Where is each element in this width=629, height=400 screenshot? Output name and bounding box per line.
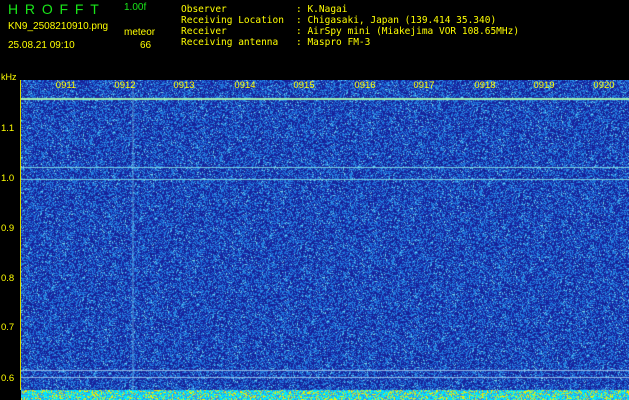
filename-label: KN9_2508210910.png <box>8 21 109 32</box>
antenna-value: : Maspro FM-3 <box>296 37 371 48</box>
x-tick-label: 0911 <box>55 80 77 91</box>
x-tick-label: 0920 <box>593 80 615 91</box>
x-tick-label: 0919 <box>533 80 555 91</box>
header-panel: HROFFT 1.00f KN9_2508210910.png meteor 2… <box>0 0 629 82</box>
mode-label: meteor <box>124 27 156 38</box>
count-label: 66 <box>140 40 152 51</box>
waterfall-spectrogram <box>21 80 629 400</box>
receiver-label: Receiver <box>181 26 227 37</box>
x-tick-label: 0918 <box>474 80 496 91</box>
x-tick-label: 0912 <box>114 80 136 91</box>
y-tick-label: 1.1 <box>1 123 15 134</box>
y-tick-label: 0.9 <box>1 223 15 234</box>
x-tick-label: 0914 <box>234 80 256 91</box>
y-tick-label: 0.8 <box>1 273 15 284</box>
observer-label: Observer <box>181 4 227 15</box>
x-tick-label: 0916 <box>354 80 376 91</box>
x-tick-label: 0915 <box>293 80 315 91</box>
location-value: : Chigasaki, Japan (139.414 35.340) <box>296 15 497 26</box>
app-title: HROFFT <box>8 1 106 17</box>
observer-value: : K.Nagai <box>296 4 348 15</box>
x-tick-label: 0917 <box>413 80 435 91</box>
antenna-label: Receiving antenna <box>181 37 279 48</box>
y-tick-label: 0.6 <box>1 373 15 384</box>
timestamp-label: 25.08.21 09:10 <box>8 40 75 51</box>
receiver-value: : AirSpy mini (Miakejima VOR 108.65MHz) <box>296 26 520 37</box>
y-tick-label: 0.7 <box>1 322 15 333</box>
location-label: Receiving Location <box>181 15 284 26</box>
x-tick-label: 0913 <box>173 80 195 91</box>
version-label: 1.00f <box>124 2 147 13</box>
y-tick-label: 1.0 <box>1 173 15 184</box>
y-axis-unit: kHz <box>1 72 17 82</box>
